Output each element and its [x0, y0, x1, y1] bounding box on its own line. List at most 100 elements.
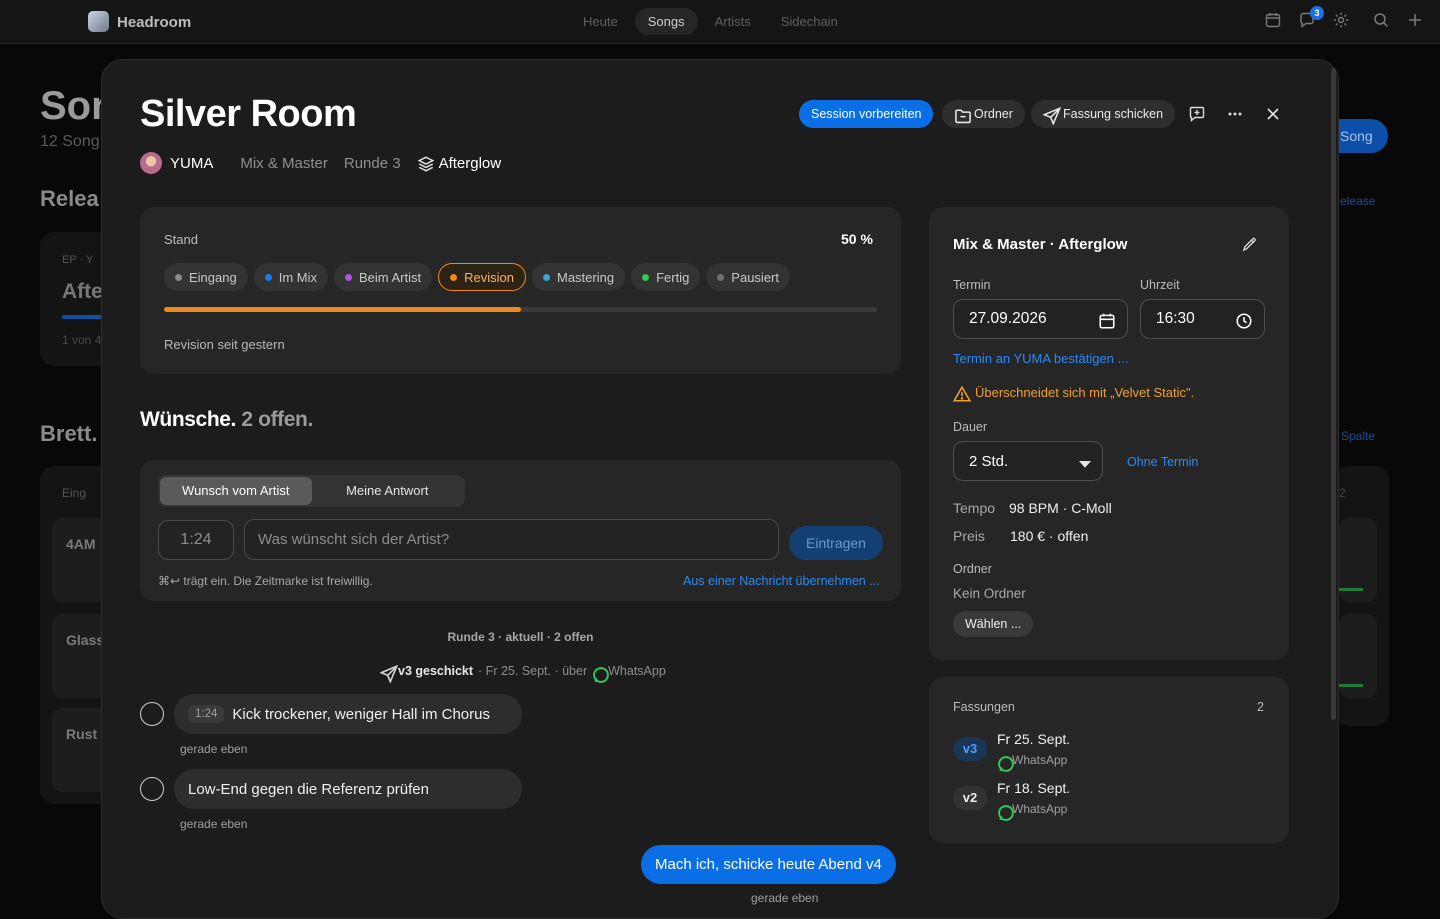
edit-icon[interactable] [1237, 232, 1261, 256]
stage-pill[interactable]: Fertig [631, 263, 701, 291]
price-value: 180 € · offen [1010, 528, 1089, 544]
main-nav: Heute Songs Artists Sidechain [570, 8, 851, 35]
stage-dot [264, 273, 272, 281]
stage-pill[interactable]: Im Mix [253, 263, 328, 291]
sent-version-details: · Fr 25. Sept. · über [478, 664, 588, 678]
status-progress-fill [164, 307, 521, 312]
nav-item-songs[interactable]: Songs [634, 8, 698, 35]
release-card-title: Afte [62, 280, 103, 303]
folder-button[interactable]: Ordner [942, 100, 1025, 128]
version-date[interactable]: Fr 18. Sept. [997, 780, 1070, 796]
stage-dot [450, 273, 458, 281]
reply-bubble[interactable]: Mach ich, schicke heute Abend v4 [641, 845, 896, 884]
submit-wish-button[interactable]: Eintragen [789, 526, 883, 560]
new-release-link[interactable]: elease [1340, 194, 1375, 208]
board-heading: Brett. [40, 421, 98, 446]
folder-label: Ordner [953, 562, 992, 576]
conflict-text: Überschneidet sich mit „Velvet Static". [975, 385, 1195, 400]
send-icon [1043, 107, 1061, 125]
import-from-message-link[interactable]: Aus einer Nachricht übernehmen ... [683, 574, 880, 588]
modal-scrollbar[interactable] [1331, 68, 1336, 720]
close-icon[interactable] [1261, 102, 1285, 126]
stage-label: Eingang [189, 269, 237, 285]
tab-my-answer[interactable]: Meine Antwort [312, 477, 464, 505]
calendar-icon[interactable] [1264, 11, 1282, 29]
tab-artist-wish[interactable]: Wunsch vom Artist [160, 477, 312, 505]
wish-checkbox[interactable] [140, 702, 164, 726]
artist-name[interactable]: YUMA [170, 155, 213, 172]
wish-timestamp[interactable]: 1:24 [188, 705, 225, 723]
wish-time: gerade eben [180, 742, 248, 756]
add-comment-icon[interactable] [1185, 102, 1209, 126]
folder-icon [954, 107, 971, 124]
release-link[interactable]: Afterglow [439, 155, 502, 172]
more-icon[interactable] [1223, 102, 1247, 126]
choose-folder-button[interactable]: Wählen ... [953, 611, 1034, 637]
board-card[interactable] [1339, 518, 1377, 602]
stage-dot [175, 273, 182, 281]
version-channel: WhatsApp [997, 802, 1068, 821]
wish-bubble[interactable]: Low-End gegen die Referenz prüfen [174, 769, 522, 809]
nav-item-artists[interactable]: Artists [702, 8, 764, 35]
round-info: Runde 3 · aktuell · 2 offen [447, 630, 594, 644]
send-icon [380, 664, 398, 683]
app-name: Headroom [117, 14, 192, 31]
song-phase: Mix & Master [240, 154, 328, 172]
wish-checkbox[interactable] [140, 777, 164, 801]
stage-label: Pausiert [731, 269, 779, 285]
nav-item-sidechain[interactable]: Sidechain [768, 8, 851, 35]
version-date[interactable]: Fr 25. Sept. [997, 731, 1070, 747]
stage-selector: Eingang Im Mix Beim Artist Revision Masterin… [164, 263, 790, 291]
new-column-link[interactable]: Spalte [1341, 429, 1375, 443]
stage-label: Im Mix [278, 269, 317, 285]
duration-label: Dauer [953, 420, 988, 434]
time-field[interactable]: 16:30 [1140, 299, 1265, 339]
version-badge[interactable]: v2 [953, 786, 987, 810]
confirm-date-link[interactable]: Termin an YUMA bestätigen ... [953, 351, 1128, 366]
wish-bubble[interactable]: 1:24 Kick trockener, weniger Hall im Cho… [174, 694, 522, 734]
gear-icon[interactable] [1332, 11, 1350, 29]
date-field[interactable]: 27.09.2026 [953, 299, 1128, 339]
stage-dot [345, 273, 352, 281]
nav-item-heute[interactable]: Heute [570, 8, 631, 35]
timestamp-field[interactable]: 1:24 [158, 520, 234, 560]
version-channel-label: WhatsApp [1012, 753, 1068, 767]
wish-text: Kick trockener, weniger Hall im Chorus [232, 705, 490, 723]
plus-icon[interactable] [1406, 11, 1424, 29]
board-card-progress [1339, 684, 1363, 687]
stage-pill[interactable]: Mastering [531, 263, 626, 291]
app-logo[interactable] [88, 11, 109, 32]
release-card-kicker: EP · Y [62, 254, 94, 266]
wish-input[interactable]: Was wünscht sich der Artist? [244, 519, 779, 560]
price-label: Preis [953, 528, 985, 544]
duration-value: 2 Std. [969, 452, 1009, 470]
versions-count: 2 [1257, 700, 1264, 714]
board-column-title: Eing [62, 486, 87, 500]
board-column-count: 2 [1339, 486, 1346, 500]
calendar-icon[interactable] [1098, 312, 1115, 329]
stage-pill[interactable]: Beim Artist [334, 263, 433, 291]
version-channel-label: WhatsApp [1012, 802, 1068, 816]
messages-icon[interactable]: 3 [1298, 6, 1324, 29]
stage-pill[interactable]: Eingang [164, 263, 248, 291]
clock-icon[interactable] [1235, 312, 1252, 329]
song-title: Silver Room [140, 93, 357, 135]
sent-version-info: v3 geschickt · Fr 25. Sept. · über Whats… [380, 664, 666, 683]
no-date-link[interactable]: Ohne Termin [1127, 455, 1198, 469]
send-version-label: Fassung schicken [1063, 107, 1164, 121]
conflict-warning: Überschneidet sich mit „Velvet Static". [953, 385, 1195, 402]
tempo-value: 98 BPM · C-Moll [1009, 500, 1112, 516]
send-version-button[interactable]: Fassung schicken [1031, 100, 1176, 128]
stage-pill[interactable]: Pausiert [706, 263, 790, 291]
prepare-session-button[interactable]: Session vorbereiten [799, 100, 934, 128]
wishes-open-count: 2 offen. [241, 408, 313, 431]
search-icon[interactable] [1372, 11, 1390, 29]
stage-pill[interactable]: Revision [438, 263, 526, 291]
duration-select[interactable]: 2 Std. [953, 441, 1103, 481]
sent-version-label: v3 geschickt [398, 664, 474, 678]
release-card-count: 1 von 4 [62, 333, 102, 347]
version-badge[interactable]: v3 [953, 737, 987, 761]
page-title: Sor [40, 84, 107, 128]
wish-hint: ⌘↩ trägt ein. Die Zeitmarke ist freiwill… [158, 574, 373, 588]
board-card[interactable] [1339, 614, 1377, 698]
